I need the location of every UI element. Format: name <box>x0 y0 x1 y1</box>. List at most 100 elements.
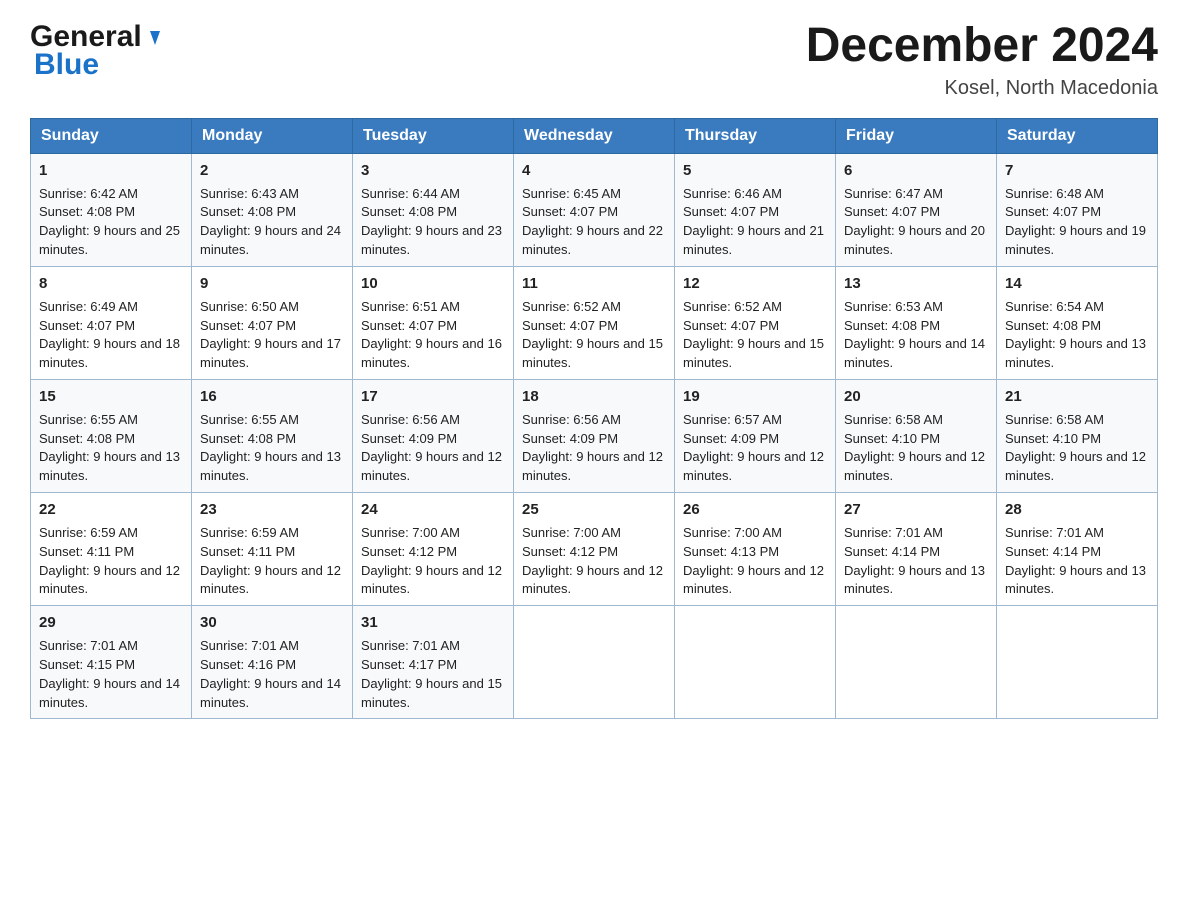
day-number: 6 <box>844 160 988 182</box>
day-number: 17 <box>361 386 505 408</box>
calendar-cell <box>514 606 675 719</box>
calendar-cell: 28 Sunrise: 7:01 AMSunset: 4:14 PMDaylig… <box>997 493 1158 606</box>
calendar-cell: 15 Sunrise: 6:55 AMSunset: 4:08 PMDaylig… <box>31 380 192 493</box>
day-info: Sunrise: 7:01 AMSunset: 4:15 PMDaylight:… <box>39 638 180 710</box>
calendar-cell: 27 Sunrise: 7:01 AMSunset: 4:14 PMDaylig… <box>836 493 997 606</box>
day-number: 8 <box>39 273 183 295</box>
day-info: Sunrise: 6:49 AMSunset: 4:07 PMDaylight:… <box>39 299 180 371</box>
day-info: Sunrise: 7:01 AMSunset: 4:14 PMDaylight:… <box>844 525 985 597</box>
day-info: Sunrise: 6:43 AMSunset: 4:08 PMDaylight:… <box>200 186 341 258</box>
calendar-cell: 7 Sunrise: 6:48 AMSunset: 4:07 PMDayligh… <box>997 153 1158 266</box>
day-info: Sunrise: 6:55 AMSunset: 4:08 PMDaylight:… <box>200 412 341 484</box>
day-info: Sunrise: 6:47 AMSunset: 4:07 PMDaylight:… <box>844 186 985 258</box>
day-number: 10 <box>361 273 505 295</box>
calendar-cell <box>836 606 997 719</box>
day-number: 29 <box>39 612 183 634</box>
day-number: 26 <box>683 499 827 521</box>
day-info: Sunrise: 6:58 AMSunset: 4:10 PMDaylight:… <box>1005 412 1146 484</box>
week-row-1: 1 Sunrise: 6:42 AMSunset: 4:08 PMDayligh… <box>31 153 1158 266</box>
day-info: Sunrise: 6:56 AMSunset: 4:09 PMDaylight:… <box>522 412 663 484</box>
calendar-cell <box>997 606 1158 719</box>
calendar-cell: 12 Sunrise: 6:52 AMSunset: 4:07 PMDaylig… <box>675 266 836 379</box>
day-info: Sunrise: 7:00 AMSunset: 4:12 PMDaylight:… <box>361 525 502 597</box>
day-number: 11 <box>522 273 666 295</box>
day-info: Sunrise: 6:53 AMSunset: 4:08 PMDaylight:… <box>844 299 985 371</box>
day-info: Sunrise: 6:59 AMSunset: 4:11 PMDaylight:… <box>39 525 180 597</box>
header: General Blue December 2024 Kosel, North … <box>30 20 1158 100</box>
day-number: 27 <box>844 499 988 521</box>
calendar-cell: 13 Sunrise: 6:53 AMSunset: 4:08 PMDaylig… <box>836 266 997 379</box>
day-info: Sunrise: 6:44 AMSunset: 4:08 PMDaylight:… <box>361 186 502 258</box>
calendar-cell: 1 Sunrise: 6:42 AMSunset: 4:08 PMDayligh… <box>31 153 192 266</box>
day-number: 7 <box>1005 160 1149 182</box>
day-number: 13 <box>844 273 988 295</box>
day-info: Sunrise: 6:45 AMSunset: 4:07 PMDaylight:… <box>522 186 663 258</box>
day-number: 5 <box>683 160 827 182</box>
calendar-cell: 20 Sunrise: 6:58 AMSunset: 4:10 PMDaylig… <box>836 380 997 493</box>
day-info: Sunrise: 6:54 AMSunset: 4:08 PMDaylight:… <box>1005 299 1146 371</box>
day-info: Sunrise: 7:00 AMSunset: 4:12 PMDaylight:… <box>522 525 663 597</box>
day-number: 24 <box>361 499 505 521</box>
calendar-cell: 11 Sunrise: 6:52 AMSunset: 4:07 PMDaylig… <box>514 266 675 379</box>
calendar-header-row: Sunday Monday Tuesday Wednesday Thursday… <box>31 118 1158 153</box>
calendar-cell: 6 Sunrise: 6:47 AMSunset: 4:07 PMDayligh… <box>836 153 997 266</box>
day-number: 21 <box>1005 386 1149 408</box>
day-number: 30 <box>200 612 344 634</box>
day-number: 1 <box>39 160 183 182</box>
day-number: 9 <box>200 273 344 295</box>
day-number: 31 <box>361 612 505 634</box>
day-info: Sunrise: 6:42 AMSunset: 4:08 PMDaylight:… <box>39 186 180 258</box>
day-number: 19 <box>683 386 827 408</box>
calendar-cell: 21 Sunrise: 6:58 AMSunset: 4:10 PMDaylig… <box>997 380 1158 493</box>
day-info: Sunrise: 6:56 AMSunset: 4:09 PMDaylight:… <box>361 412 502 484</box>
day-number: 20 <box>844 386 988 408</box>
calendar-cell: 22 Sunrise: 6:59 AMSunset: 4:11 PMDaylig… <box>31 493 192 606</box>
calendar-cell: 29 Sunrise: 7:01 AMSunset: 4:15 PMDaylig… <box>31 606 192 719</box>
day-info: Sunrise: 6:59 AMSunset: 4:11 PMDaylight:… <box>200 525 341 597</box>
week-row-2: 8 Sunrise: 6:49 AMSunset: 4:07 PMDayligh… <box>31 266 1158 379</box>
day-info: Sunrise: 7:01 AMSunset: 4:16 PMDaylight:… <box>200 638 341 710</box>
calendar-cell: 31 Sunrise: 7:01 AMSunset: 4:17 PMDaylig… <box>353 606 514 719</box>
calendar-cell <box>675 606 836 719</box>
day-info: Sunrise: 6:57 AMSunset: 4:09 PMDaylight:… <box>683 412 824 484</box>
col-saturday: Saturday <box>997 118 1158 153</box>
day-info: Sunrise: 6:51 AMSunset: 4:07 PMDaylight:… <box>361 299 502 371</box>
col-friday: Friday <box>836 118 997 153</box>
day-number: 23 <box>200 499 344 521</box>
day-number: 2 <box>200 160 344 182</box>
col-thursday: Thursday <box>675 118 836 153</box>
logo-arrow-icon <box>144 27 166 49</box>
day-info: Sunrise: 7:00 AMSunset: 4:13 PMDaylight:… <box>683 525 824 597</box>
col-tuesday: Tuesday <box>353 118 514 153</box>
logo: General Blue <box>30 20 166 82</box>
logo-blue-text: Blue <box>34 48 99 82</box>
week-row-5: 29 Sunrise: 7:01 AMSunset: 4:15 PMDaylig… <box>31 606 1158 719</box>
day-info: Sunrise: 7:01 AMSunset: 4:14 PMDaylight:… <box>1005 525 1146 597</box>
day-number: 25 <box>522 499 666 521</box>
calendar-cell: 16 Sunrise: 6:55 AMSunset: 4:08 PMDaylig… <box>192 380 353 493</box>
day-number: 28 <box>1005 499 1149 521</box>
title-area: December 2024 Kosel, North Macedonia <box>806 20 1158 100</box>
day-info: Sunrise: 6:55 AMSunset: 4:08 PMDaylight:… <box>39 412 180 484</box>
calendar-cell: 4 Sunrise: 6:45 AMSunset: 4:07 PMDayligh… <box>514 153 675 266</box>
day-number: 18 <box>522 386 666 408</box>
day-number: 14 <box>1005 273 1149 295</box>
col-monday: Monday <box>192 118 353 153</box>
day-info: Sunrise: 7:01 AMSunset: 4:17 PMDaylight:… <box>361 638 502 710</box>
day-number: 15 <box>39 386 183 408</box>
calendar-cell: 2 Sunrise: 6:43 AMSunset: 4:08 PMDayligh… <box>192 153 353 266</box>
page-title: December 2024 <box>806 20 1158 73</box>
subtitle: Kosel, North Macedonia <box>806 77 1158 100</box>
calendar-cell: 30 Sunrise: 7:01 AMSunset: 4:16 PMDaylig… <box>192 606 353 719</box>
calendar-cell: 3 Sunrise: 6:44 AMSunset: 4:08 PMDayligh… <box>353 153 514 266</box>
day-info: Sunrise: 6:52 AMSunset: 4:07 PMDaylight:… <box>522 299 663 371</box>
col-wednesday: Wednesday <box>514 118 675 153</box>
calendar-cell: 23 Sunrise: 6:59 AMSunset: 4:11 PMDaylig… <box>192 493 353 606</box>
day-number: 16 <box>200 386 344 408</box>
calendar: Sunday Monday Tuesday Wednesday Thursday… <box>30 118 1158 720</box>
day-info: Sunrise: 6:58 AMSunset: 4:10 PMDaylight:… <box>844 412 985 484</box>
calendar-cell: 8 Sunrise: 6:49 AMSunset: 4:07 PMDayligh… <box>31 266 192 379</box>
day-info: Sunrise: 6:50 AMSunset: 4:07 PMDaylight:… <box>200 299 341 371</box>
calendar-cell: 24 Sunrise: 7:00 AMSunset: 4:12 PMDaylig… <box>353 493 514 606</box>
day-info: Sunrise: 6:48 AMSunset: 4:07 PMDaylight:… <box>1005 186 1146 258</box>
